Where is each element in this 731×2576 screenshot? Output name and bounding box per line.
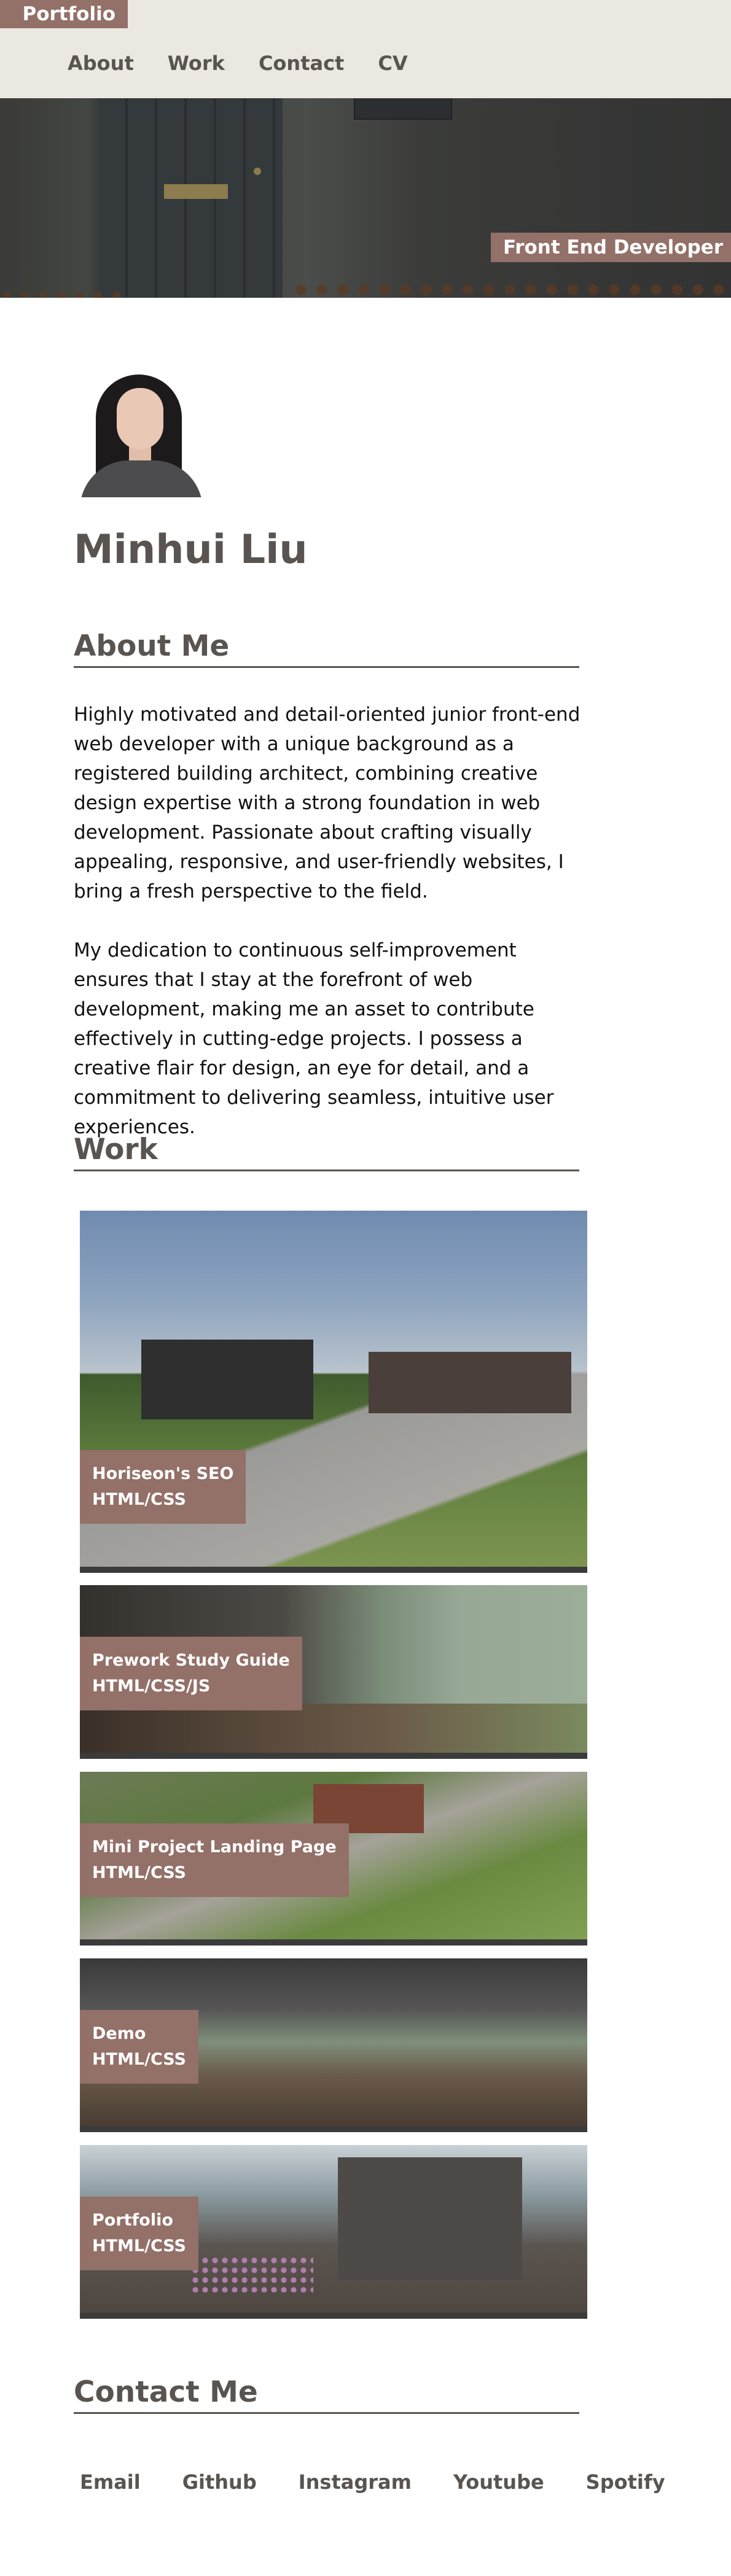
nav-link-about[interactable]: About bbox=[68, 48, 134, 79]
nav-link-contact[interactable]: Contact bbox=[259, 48, 344, 79]
project-title: Mini Project Landing Page bbox=[92, 1837, 337, 1856]
profile-photo bbox=[80, 374, 203, 497]
about-paragraph: My dedication to continuous self-improve… bbox=[74, 939, 554, 1138]
about-heading: About Me bbox=[74, 628, 579, 668]
contact-link-github[interactable]: Github bbox=[182, 2467, 257, 2497]
nav-link-work[interactable]: Work bbox=[168, 48, 225, 79]
nav-link-cv[interactable]: CV bbox=[378, 48, 407, 79]
project-label[interactable]: Demo HTML/CSS bbox=[80, 2010, 198, 2084]
contact-link-email[interactable]: Email bbox=[80, 2467, 141, 2497]
contact-link-spotify[interactable]: Spotify bbox=[586, 2467, 665, 2497]
about-paragraph: Highly motivated and detail-oriented jun… bbox=[74, 704, 580, 902]
project-title: Prework Study Guide bbox=[92, 1651, 290, 1670]
project-label[interactable]: Portfolio HTML/CSS bbox=[80, 2197, 198, 2270]
project-label[interactable]: Prework Study Guide HTML/CSS/JS bbox=[80, 1637, 302, 1710]
project-card-horiseon[interactable]: Horiseon's SEO HTML/CSS bbox=[80, 1211, 587, 1573]
project-title: Horiseon's SEO bbox=[92, 1464, 234, 1483]
work-heading: Work bbox=[74, 1131, 579, 1171]
contact-link-instagram[interactable]: Instagram bbox=[299, 2467, 412, 2497]
site-header: Portfolio About Work Contact CV bbox=[0, 0, 731, 98]
project-tech: HTML/CSS bbox=[92, 1863, 186, 1882]
project-title: Portfolio bbox=[92, 2211, 173, 2230]
project-label[interactable]: Mini Project Landing Page HTML/CSS bbox=[80, 1823, 349, 1897]
profile-name: Minhui Liu bbox=[74, 527, 308, 573]
main-nav: About Work Contact CV bbox=[68, 48, 442, 79]
project-tech: HTML/CSS bbox=[92, 2050, 186, 2069]
project-card-portfolio[interactable]: Portfolio HTML/CSS bbox=[80, 2145, 587, 2319]
contact-links: Email Github Instagram Youtube Spotify bbox=[80, 2467, 665, 2497]
brand-logo[interactable]: Portfolio bbox=[0, 0, 128, 28]
project-tech: HTML/CSS bbox=[92, 1490, 186, 1509]
project-tech: HTML/CSS bbox=[92, 2237, 186, 2256]
hero-tagline: Front End Developer bbox=[491, 233, 731, 262]
hero-banner bbox=[0, 98, 731, 298]
project-label[interactable]: Horiseon's SEO HTML/CSS bbox=[80, 1450, 246, 1524]
contact-link-youtube[interactable]: Youtube bbox=[453, 2467, 544, 2497]
project-card-mini-landing[interactable]: Mini Project Landing Page HTML/CSS bbox=[80, 1772, 587, 1946]
project-title: Demo bbox=[92, 2024, 146, 2043]
project-tech: HTML/CSS/JS bbox=[92, 1677, 211, 1696]
about-body: Highly motivated and detail-oriented jun… bbox=[74, 700, 596, 1142]
contact-heading: Contact Me bbox=[74, 2374, 579, 2414]
project-card-prework[interactable]: Prework Study Guide HTML/CSS/JS bbox=[80, 1585, 587, 1759]
project-card-demo[interactable]: Demo HTML/CSS bbox=[80, 1958, 587, 2132]
